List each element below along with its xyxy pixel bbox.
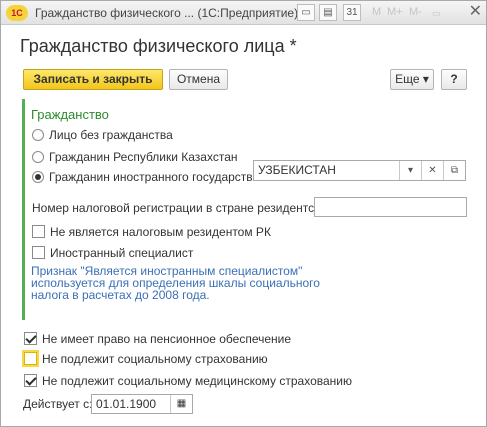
- effective-date-input[interactable]: 01.01.1900 ▦: [91, 394, 193, 414]
- window-title: Гражданство физического ... (1С:Предприя…: [35, 6, 299, 20]
- radio-foreign-citizen[interactable]: Гражданин иностранного государства: [32, 170, 259, 184]
- effective-date-label: Действует с:: [23, 397, 93, 411]
- checkbox-label: Не является налоговым резидентом РК: [50, 225, 271, 239]
- checkbox-checked-icon[interactable]: [24, 332, 37, 345]
- print-icon[interactable]: ▤: [319, 4, 337, 21]
- calendar-icon[interactable]: ▦: [170, 395, 192, 413]
- radio-label: Гражданин Республики Казахстан: [49, 150, 238, 164]
- country-select[interactable]: УЗБЕКИСТАН ▾ ✕ ⧉: [253, 160, 466, 181]
- radio-kazakhstan-citizen[interactable]: Гражданин Республики Казахстан: [32, 150, 238, 164]
- page-title: Гражданство физического лица *: [20, 36, 297, 56]
- more-menu-button[interactable]: Еще ▾: [390, 69, 434, 90]
- radio-label: Гражданин иностранного государства: [49, 170, 260, 184]
- checkbox-icon[interactable]: [24, 352, 37, 365]
- app-logo-icon: 1С: [6, 5, 28, 21]
- foreign-specialist-hint: Признак "Является иностранным специалист…: [31, 264, 320, 302]
- group-marker: [22, 99, 25, 320]
- checkbox-icon[interactable]: [32, 246, 45, 259]
- calendar-icon[interactable]: 31: [343, 4, 361, 21]
- memory-m-button[interactable]: M: [372, 6, 381, 18]
- chevron-down-icon[interactable]: ▾: [399, 161, 421, 180]
- checkbox-checked-icon[interactable]: [24, 374, 37, 387]
- checkbox-non-resident[interactable]: Не является налоговым резидентом РК: [32, 225, 271, 239]
- country-value: УЗБЕКИСТАН: [258, 163, 336, 177]
- reg-number-input[interactable]: [314, 197, 467, 217]
- checkbox-no-pension[interactable]: Не имеет право на пенсионное обеспечение: [24, 332, 291, 346]
- dialog-window: 1С Гражданство физического ... (1С:Предп…: [0, 0, 487, 427]
- checkbox-no-social-insurance[interactable]: Не подлежит социальному страхованию: [24, 352, 268, 366]
- cancel-button[interactable]: Отмена: [169, 69, 228, 90]
- title-bar: 1С Гражданство физического ... (1С:Предп…: [1, 1, 486, 25]
- save-and-close-button[interactable]: Записать и закрыть: [23, 69, 163, 90]
- radio-stateless[interactable]: Лицо без гражданства: [32, 128, 173, 142]
- checkbox-label: Не подлежит социальному страхованию: [42, 352, 268, 366]
- memory-plus-button[interactable]: M+: [387, 6, 403, 18]
- save-doc-icon[interactable]: ▭: [297, 4, 315, 21]
- radio-label: Лицо без гражданства: [49, 128, 173, 142]
- open-icon[interactable]: ⧉: [443, 161, 465, 180]
- radio-button-icon[interactable]: [32, 129, 44, 141]
- window-menu-icon[interactable]: ▭: [432, 8, 441, 19]
- checkbox-label: Не подлежит социальному медицинскому стр…: [42, 374, 352, 388]
- checkbox-label: Иностранный специалист: [50, 246, 194, 260]
- clear-icon[interactable]: ✕: [421, 161, 443, 180]
- group-title-citizenship: Гражданство: [31, 107, 109, 122]
- checkbox-foreign-specialist[interactable]: Иностранный специалист: [32, 246, 193, 260]
- checkbox-no-medical-insurance[interactable]: Не подлежит социальному медицинскому стр…: [24, 374, 352, 388]
- radio-button-selected-icon[interactable]: [32, 171, 44, 183]
- checkbox-label: Не имеет право на пенсионное обеспечение: [42, 332, 292, 346]
- close-icon[interactable]: ✕: [469, 3, 482, 21]
- date-value: 01.01.1900: [96, 397, 157, 411]
- help-button[interactable]: ?: [441, 69, 467, 90]
- memory-minus-button[interactable]: M-: [409, 6, 422, 18]
- reg-number-label: Номер налоговой регистрации в стране рез…: [32, 201, 336, 215]
- checkbox-icon[interactable]: [32, 225, 45, 238]
- radio-button-icon[interactable]: [32, 151, 44, 163]
